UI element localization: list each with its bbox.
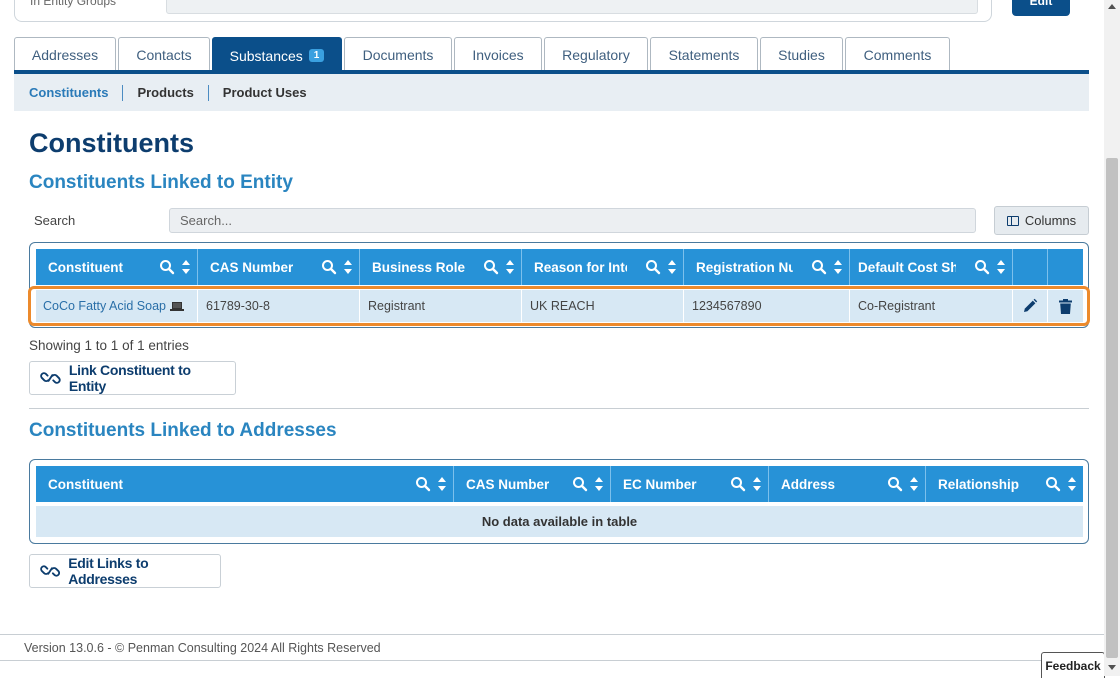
scroll-up-arrow-icon[interactable] <box>1106 2 1118 12</box>
col-constituent[interactable]: Constituent <box>36 466 454 502</box>
search-icon[interactable] <box>572 476 588 492</box>
sort-icon[interactable] <box>505 259 515 275</box>
subnav-products[interactable]: Products <box>122 84 207 101</box>
feedback-button[interactable]: Feedback <box>1041 652 1105 678</box>
tab-invoices[interactable]: Invoices <box>454 37 542 71</box>
link-constituent-button[interactable]: Link Constituent to Entity <box>29 361 236 395</box>
sort-icon[interactable] <box>667 259 677 275</box>
tab-documents[interactable]: Documents <box>344 37 452 71</box>
sort-icon[interactable] <box>437 476 447 492</box>
section-divider <box>29 408 1089 409</box>
substances-count-badge: 1 <box>308 49 325 62</box>
search-icon[interactable] <box>887 476 903 492</box>
edit-button[interactable]: Edit <box>1012 0 1070 16</box>
search-icon[interactable] <box>645 259 661 275</box>
sort-icon[interactable] <box>594 476 604 492</box>
columns-icon <box>1006 215 1019 226</box>
tab-regulatory[interactable]: Regulatory <box>544 37 648 71</box>
search-icon[interactable] <box>811 259 827 275</box>
scroll-down-arrow-icon[interactable] <box>1106 662 1118 672</box>
col-delete <box>1048 249 1083 285</box>
entity-groups-label: In Entity Groups <box>30 0 117 8</box>
link-icon <box>40 372 61 384</box>
col-cas-number[interactable]: CAS Number <box>198 249 360 285</box>
sort-icon[interactable] <box>343 259 353 275</box>
search-label: Search <box>34 213 76 228</box>
address-section-title: Constituents Linked to Addresses <box>29 420 337 441</box>
sort-icon[interactable] <box>752 476 762 492</box>
search-icon[interactable] <box>483 259 499 275</box>
page-title: Constituents <box>29 128 194 158</box>
col-edit <box>1013 249 1048 285</box>
col-cas-number[interactable]: CAS Number <box>454 466 611 502</box>
col-relationship[interactable]: Relationship <box>926 466 1083 502</box>
col-address[interactable]: Address <box>769 466 926 502</box>
col-business-roles[interactable]: Business Roles <box>360 249 522 285</box>
search-icon[interactable] <box>321 259 337 275</box>
scrollbar-thumb[interactable] <box>1106 158 1118 658</box>
columns-button[interactable]: Columns <box>994 206 1089 235</box>
sub-navigation: Constituents Products Product Uses <box>14 74 1089 111</box>
entity-section-title: Constituents Linked to Entity <box>29 172 293 193</box>
address-table-header: Constituent CAS Number EC Number Address… <box>36 466 1083 502</box>
sort-icon[interactable] <box>833 259 843 275</box>
sort-icon[interactable] <box>996 259 1006 275</box>
sort-icon[interactable] <box>909 476 919 492</box>
footer-bottom-divider <box>0 660 1104 661</box>
tab-substances[interactable]: Substances 1 <box>212 37 342 73</box>
edit-links-button[interactable]: Edit Links to Addresses <box>29 554 221 588</box>
tab-contacts[interactable]: Contacts <box>118 37 210 71</box>
tab-studies[interactable]: Studies <box>760 37 843 71</box>
tab-addresses[interactable]: Addresses <box>14 37 116 71</box>
search-icon[interactable] <box>415 476 431 492</box>
empty-table-message: No data available in table <box>36 506 1083 537</box>
col-default-cost-share[interactable]: Default Cost Shar <box>850 249 1013 285</box>
col-reason-for-interest[interactable]: Reason for Intere <box>522 249 684 285</box>
sort-icon[interactable] <box>1067 476 1077 492</box>
col-registration-number[interactable]: Registration Num <box>684 249 850 285</box>
entity-groups-field[interactable] <box>166 0 978 14</box>
subnav-product-uses[interactable]: Product Uses <box>207 84 321 101</box>
search-icon[interactable] <box>730 476 746 492</box>
search-input[interactable] <box>169 208 976 233</box>
tab-statements[interactable]: Statements <box>650 37 758 71</box>
subnav-constituents[interactable]: Constituents <box>29 85 122 101</box>
sort-icon[interactable] <box>181 259 191 275</box>
search-icon[interactable] <box>1045 476 1061 492</box>
col-constituent[interactable]: Constituent <box>36 249 198 285</box>
tab-comments[interactable]: Comments <box>845 37 950 71</box>
search-icon[interactable] <box>974 259 990 275</box>
row-highlight <box>28 286 1090 326</box>
entity-table-header: Constituent CAS Number Business Roles Re… <box>36 249 1083 285</box>
footer-version: Version 13.0.6 - © Penman Consulting 202… <box>24 641 381 655</box>
entries-info: Showing 1 to 1 of 1 entries <box>29 338 189 353</box>
search-icon[interactable] <box>159 259 175 275</box>
link-icon <box>40 565 60 577</box>
col-ec-number[interactable]: EC Number <box>611 466 769 502</box>
tab-bar: Addresses Contacts Substances 1 Documents… <box>14 37 952 73</box>
footer-divider <box>0 634 1104 635</box>
